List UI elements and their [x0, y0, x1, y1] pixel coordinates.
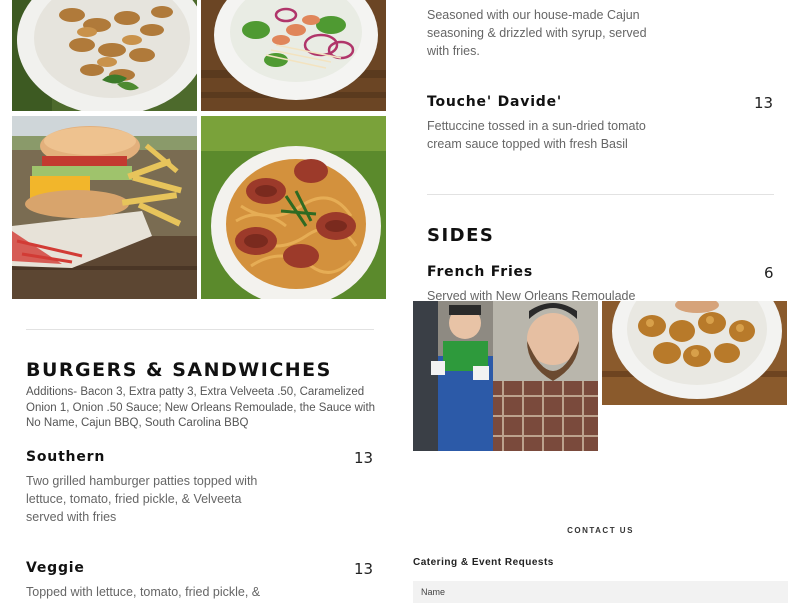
boiled-peanuts-photo: [12, 0, 197, 111]
previous-item-description: Seasoned with our house-made Cajun seaso…: [427, 8, 647, 58]
sausage-pasta-photo: [201, 116, 386, 299]
menu-item-southern-description: Two grilled hamburger patties topped wit…: [26, 474, 258, 524]
menu-item-touche-davide-description: Fettuccine tossed in a sun-dried tomato …: [427, 119, 646, 151]
menu-item-veggie-name: Veggie: [26, 560, 85, 576]
menu-item-veggie-description: Topped with lettuce, tomato, fried pickl…: [26, 585, 261, 599]
menu-item-southern-price: 13: [354, 449, 374, 467]
fried-bites-photo: [602, 301, 787, 405]
section-divider: [26, 329, 374, 330]
menu-item-french-fries-price: 6: [764, 264, 774, 282]
burgers-sandwiches-heading: BURGERS & SANDWICHES: [26, 359, 332, 381]
burger-additions-text: Additions- Bacon 3, Extra patty 3, Extra…: [26, 386, 376, 429]
sides-heading: SIDES: [427, 225, 495, 246]
menu-item-french-fries-name: French Fries: [427, 264, 533, 280]
contact-us-label: CONTACT US: [567, 526, 634, 535]
shrimp-salad-photo: [201, 0, 386, 111]
menu-item-french-fries-description: Served with New Orleans Remoulade: [427, 289, 636, 301]
menu-item-touche-davide-price: 13: [754, 94, 774, 112]
menu-item-touche-davide-name: Touche' Davide': [427, 94, 562, 110]
catering-form-title: Catering & Event Requests: [413, 557, 554, 568]
burger-and-fries-photo: [12, 116, 197, 299]
section-divider: [427, 194, 774, 195]
chefs-photo: [413, 301, 598, 451]
menu-item-veggie-price: 13: [354, 560, 374, 578]
menu-item-southern-name: Southern: [26, 449, 106, 465]
